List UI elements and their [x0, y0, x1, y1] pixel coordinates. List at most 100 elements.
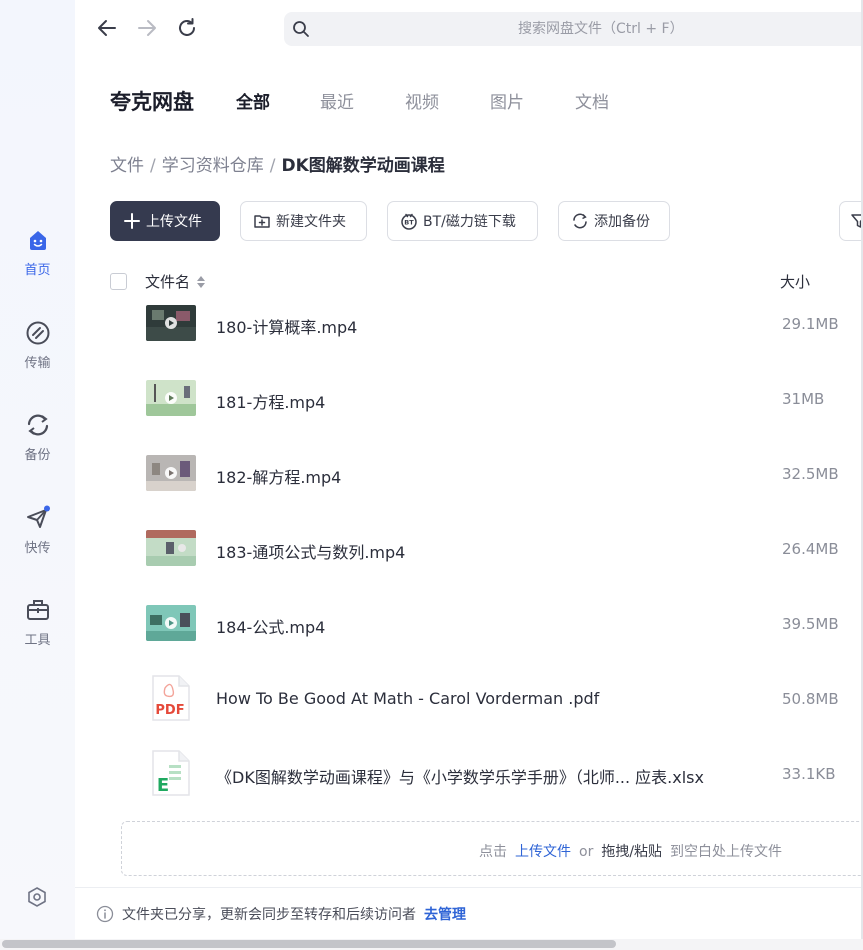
- rail-item-label: 传输: [24, 356, 51, 371]
- column-header-name-label: 文件名: [145, 273, 191, 291]
- bt-download-button[interactable]: BT BT/磁力链下载: [387, 201, 538, 241]
- new-folder-icon: [254, 215, 270, 228]
- rail-item-label: 工具: [24, 633, 51, 648]
- settings-hex-icon[interactable]: [26, 886, 48, 908]
- svg-text:BT: BT: [404, 219, 414, 227]
- new-folder-button[interactable]: 新建文件夹: [240, 201, 367, 241]
- video-thumbnail: [146, 305, 196, 341]
- breadcrumb-item-current: DK图解数学动画课程: [281, 156, 445, 176]
- tab-images[interactable]: 图片: [490, 88, 524, 113]
- breadcrumb-item-files[interactable]: 文件: [110, 151, 144, 176]
- add-backup-button-label: 添加备份: [594, 214, 650, 230]
- video-play-icon: [146, 530, 196, 566]
- upload-button-label: 上传文件: [146, 214, 202, 230]
- bt-magnet-icon: BT: [401, 213, 417, 230]
- brand-title: 夸克网盘: [110, 90, 194, 114]
- tab-docs[interactable]: 文档: [575, 88, 609, 113]
- tab-recent[interactable]: 最近: [320, 88, 354, 113]
- file-name[interactable]: How To Be Good At Math - Carol Vorderman…: [216, 689, 599, 708]
- share-status-bar: 文件夹已分享，更新会同步至转存和后续访问者 去管理: [96, 904, 466, 924]
- tab-all[interactable]: 全部: [236, 88, 270, 113]
- file-name[interactable]: 181-方程.mp4: [216, 389, 325, 413]
- bt-download-button-label: BT/磁力链下载: [423, 214, 516, 230]
- rail-item-backup[interactable]: 备份: [0, 412, 75, 463]
- rail-item-transfer[interactable]: 传输: [0, 320, 75, 371]
- table-row[interactable]: PDF How To Be Good At Math - Carol Vorde…: [75, 674, 863, 749]
- breadcrumb-item-repo[interactable]: 学习资料仓库: [162, 151, 264, 176]
- add-backup-button[interactable]: 添加备份: [558, 201, 670, 241]
- rail-item-quick-send[interactable]: 快传: [0, 505, 75, 556]
- rail-item-label: 首页: [24, 263, 51, 278]
- file-name[interactable]: 184-公式.mp4: [216, 614, 325, 638]
- left-rail: 首页 传输 备份 快传 工具: [0, 0, 75, 950]
- video-play-icon: [146, 310, 196, 341]
- rail-item-label: 快传: [24, 541, 51, 556]
- file-size: 33.1KB: [782, 765, 836, 783]
- transfer-icon: [26, 321, 49, 345]
- tab-video[interactable]: 视频: [405, 88, 439, 113]
- backup-icon: [27, 414, 48, 436]
- svg-text:PDF: PDF: [155, 703, 184, 718]
- dropzone-hint: 点击 上传文件 or 拖拽/粘贴 到空白处上传文件: [479, 841, 790, 861]
- table-row[interactable]: 181-方程.mp4 31MB: [75, 380, 863, 455]
- search-input[interactable]: [284, 12, 863, 46]
- plus-icon: [124, 213, 140, 229]
- backup-sync-icon: [573, 213, 587, 229]
- search-bar: [284, 12, 863, 46]
- new-folder-button-label: 新建文件夹: [276, 214, 346, 230]
- quick-send-icon: [26, 505, 50, 528]
- dropzone-prefix: 点击: [479, 844, 507, 860]
- refresh-icon[interactable]: [175, 16, 199, 40]
- video-play-icon: [146, 384, 196, 416]
- app-window: 首页 传输 备份 快传 工具 搜索网盘文件（Ctrl + F） 夸克网盘 全部 …: [0, 0, 863, 950]
- rail-item-label: 备份: [24, 448, 51, 463]
- upload-dropzone[interactable]: 点击 上传文件 or 拖拽/粘贴 到空白处上传文件: [121, 821, 863, 876]
- filter-button[interactable]: [839, 201, 863, 241]
- upload-button[interactable]: 上传文件: [110, 201, 220, 241]
- breadcrumb: 文件 / 学习资料仓库 / DK图解数学动画课程: [110, 151, 445, 176]
- file-name[interactable]: 183-通项公式与数列.mp4: [216, 539, 405, 563]
- file-name[interactable]: 180-计算概率.mp4: [216, 314, 357, 338]
- file-size: 29.1MB: [782, 315, 839, 333]
- forward-arrow-icon[interactable]: [135, 16, 159, 40]
- file-name[interactable]: 182-解方程.mp4: [216, 464, 341, 488]
- dropzone-drag-label: 拖拽/粘贴: [601, 844, 663, 860]
- dropzone-or: or: [579, 844, 594, 860]
- file-size: 26.4MB: [782, 540, 839, 558]
- select-all-checkbox[interactable]: [110, 273, 127, 290]
- manage-share-link[interactable]: 去管理: [424, 904, 466, 924]
- info-icon: [96, 905, 114, 923]
- share-status-text: 文件夹已分享，更新会同步至转存和后续访问者: [122, 907, 416, 923]
- excel-file-icon: E: [152, 750, 190, 796]
- table-row[interactable]: 184-公式.mp4 39.5MB: [75, 605, 863, 680]
- video-thumbnail: [146, 455, 196, 491]
- file-size: 50.8MB: [782, 690, 839, 708]
- video-thumbnail: [146, 380, 196, 416]
- breadcrumb-separator: /: [150, 156, 156, 176]
- breadcrumb-separator: /: [269, 156, 276, 176]
- svg-text:E: E: [157, 775, 169, 796]
- column-header-name[interactable]: 文件名: [145, 271, 206, 292]
- file-size: 31MB: [782, 390, 825, 408]
- table-row[interactable]: E 《DK图解数学动画课程》与《小学数学乐学手册》（北师... 应表.xlsx …: [75, 749, 863, 824]
- table-row[interactable]: 180-计算概率.mp4 29.1MB: [75, 305, 863, 380]
- column-header-size[interactable]: 大小: [780, 271, 810, 292]
- back-arrow-icon[interactable]: [95, 16, 119, 40]
- toolbox-icon: [26, 600, 49, 620]
- table-row[interactable]: 182-解方程.mp4 32.5MB: [75, 455, 863, 530]
- file-size: 32.5MB: [782, 465, 839, 483]
- table-row[interactable]: 183-通项公式与数列.mp4 26.4MB: [75, 530, 863, 605]
- file-name[interactable]: 《DK图解数学动画课程》与《小学数学乐学手册》（北师... 应表.xlsx: [216, 764, 704, 788]
- video-thumbnail: [146, 605, 196, 641]
- home-smile-icon: [29, 231, 46, 250]
- dropzone-upload-link[interactable]: 上传文件: [515, 844, 571, 860]
- video-play-icon: [146, 613, 196, 641]
- horizontal-scrollbar-thumb[interactable]: [2, 940, 616, 948]
- video-play-icon: [146, 461, 196, 491]
- sort-icon: [197, 275, 206, 288]
- footer-divider: [75, 887, 863, 888]
- dropzone-suffix: 到空白处上传文件: [670, 844, 783, 860]
- file-size: 39.5MB: [782, 615, 839, 633]
- rail-item-tools[interactable]: 工具: [0, 597, 75, 648]
- rail-item-home[interactable]: 首页: [0, 227, 75, 278]
